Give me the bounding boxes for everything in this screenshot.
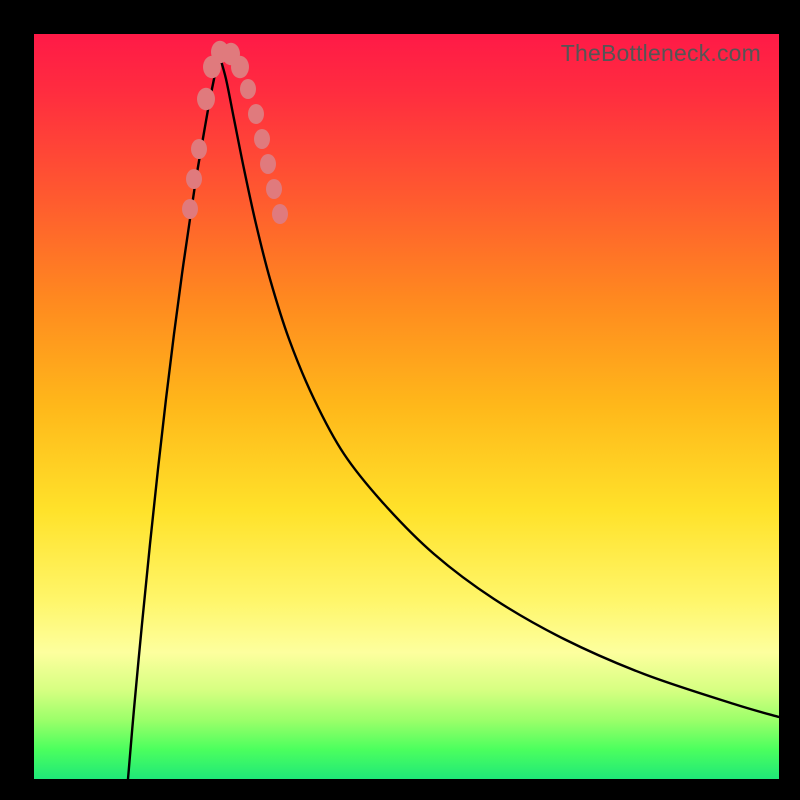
right-curve [219,54,779,717]
data-marker [197,88,215,111]
data-marker [266,179,282,199]
curves-svg [34,34,779,779]
data-marker [186,169,202,189]
data-marker [248,104,264,124]
chart-frame: TheBottleneck.com [0,0,800,800]
plot-area: TheBottleneck.com [34,34,779,779]
data-marker [260,154,276,174]
data-marker [182,199,198,219]
left-curve [128,54,219,779]
data-marker [254,129,270,149]
markers-group [182,41,288,224]
data-marker [191,139,207,159]
data-marker [240,79,256,99]
data-marker [231,56,249,79]
data-marker [272,204,288,224]
